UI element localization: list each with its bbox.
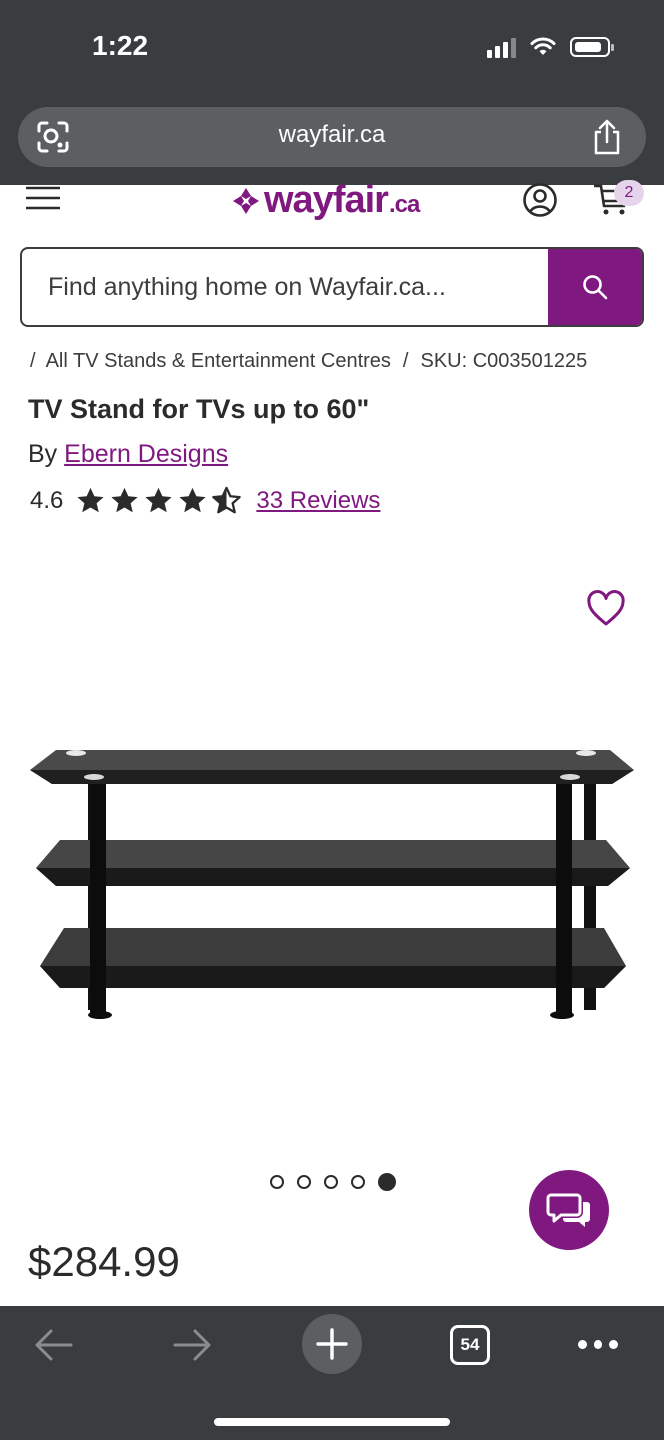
carousel-dot[interactable] <box>270 1175 284 1189</box>
account-icon[interactable] <box>522 182 558 218</box>
image-carousel-dots[interactable] <box>270 1173 396 1191</box>
breadcrumb-category-link[interactable]: All TV Stands & Entertainment Centres <box>46 350 391 372</box>
share-icon[interactable] <box>590 118 624 156</box>
chat-button[interactable] <box>529 1170 609 1250</box>
star-half-icon <box>212 486 242 514</box>
carousel-dot[interactable] <box>351 1175 365 1189</box>
breadcrumb: / All TV Stands & Entertainment Centres / S… <box>30 350 587 373</box>
search-input[interactable] <box>22 249 552 325</box>
star-icon <box>145 487 172 513</box>
breadcrumb-sku: SKU: C003501225 <box>420 350 588 372</box>
carousel-dot[interactable] <box>324 1175 338 1189</box>
breadcrumb-separator: / <box>402 350 409 372</box>
breadcrumb-separator: / <box>30 350 36 372</box>
wayfair-logo[interactable]: wayfair .ca <box>232 179 420 222</box>
product-title: TV Stand for TVs up to 60" <box>28 394 370 424</box>
logo-text: wayfair <box>264 179 389 221</box>
heart-icon[interactable] <box>586 590 626 628</box>
star-icon <box>179 487 206 513</box>
product-price: $284.99 <box>28 1238 180 1285</box>
search-button[interactable] <box>548 249 642 325</box>
logo-suffix: .ca <box>388 191 420 218</box>
rating-value: 4.6 <box>30 487 64 514</box>
search-icon <box>583 275 608 300</box>
carousel-dot[interactable] <box>297 1175 311 1189</box>
home-indicator[interactable] <box>214 1418 450 1426</box>
carousel-dot-active[interactable] <box>378 1173 396 1191</box>
reviews-link[interactable]: 33 Reviews <box>256 487 380 515</box>
new-tab-button[interactable] <box>302 1314 362 1374</box>
forward-arrow-icon[interactable] <box>172 1326 212 1364</box>
wifi-icon <box>530 37 556 55</box>
menu-icon[interactable] <box>26 185 60 211</box>
plus-icon <box>316 1328 348 1360</box>
brand-link[interactable]: Ebern Designs <box>64 440 228 468</box>
more-icon[interactable] <box>578 1337 619 1351</box>
status-icons <box>487 36 614 58</box>
star-icon <box>111 487 138 513</box>
cart-count-badge[interactable]: 2 <box>614 180 644 206</box>
logo-mark-icon <box>233 187 259 214</box>
tv-stand-illustration <box>30 750 634 1019</box>
chat-icon <box>546 1193 590 1227</box>
back-arrow-icon[interactable] <box>34 1326 74 1364</box>
tab-switcher-button[interactable]: 54 <box>450 1325 490 1365</box>
search-bar <box>20 247 644 327</box>
product-image[interactable] <box>24 730 640 1030</box>
product-brand-line: By Ebern Designs <box>28 440 228 469</box>
battery-icon <box>570 37 614 57</box>
by-prefix: By <box>28 440 58 468</box>
signal-icon <box>487 36 516 58</box>
rating-stars[interactable] <box>75 486 242 516</box>
product-rating: 4.6 33 Reviews <box>30 486 380 516</box>
url-text[interactable]: wayfair.ca <box>0 121 664 149</box>
star-icon <box>77 487 104 513</box>
status-time: 1:22 <box>92 30 149 61</box>
